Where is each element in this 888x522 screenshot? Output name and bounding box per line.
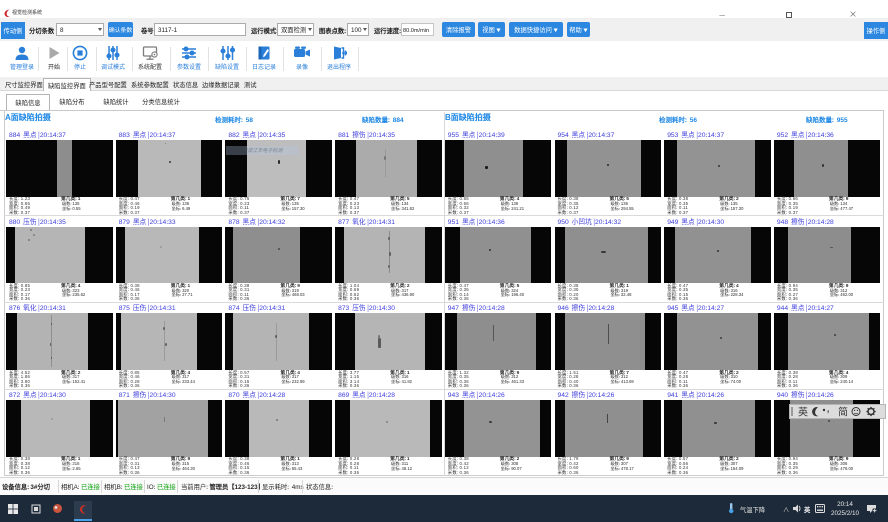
- svg-text:英: 英: [798, 405, 808, 418]
- svg-text:简: 简: [838, 405, 848, 418]
